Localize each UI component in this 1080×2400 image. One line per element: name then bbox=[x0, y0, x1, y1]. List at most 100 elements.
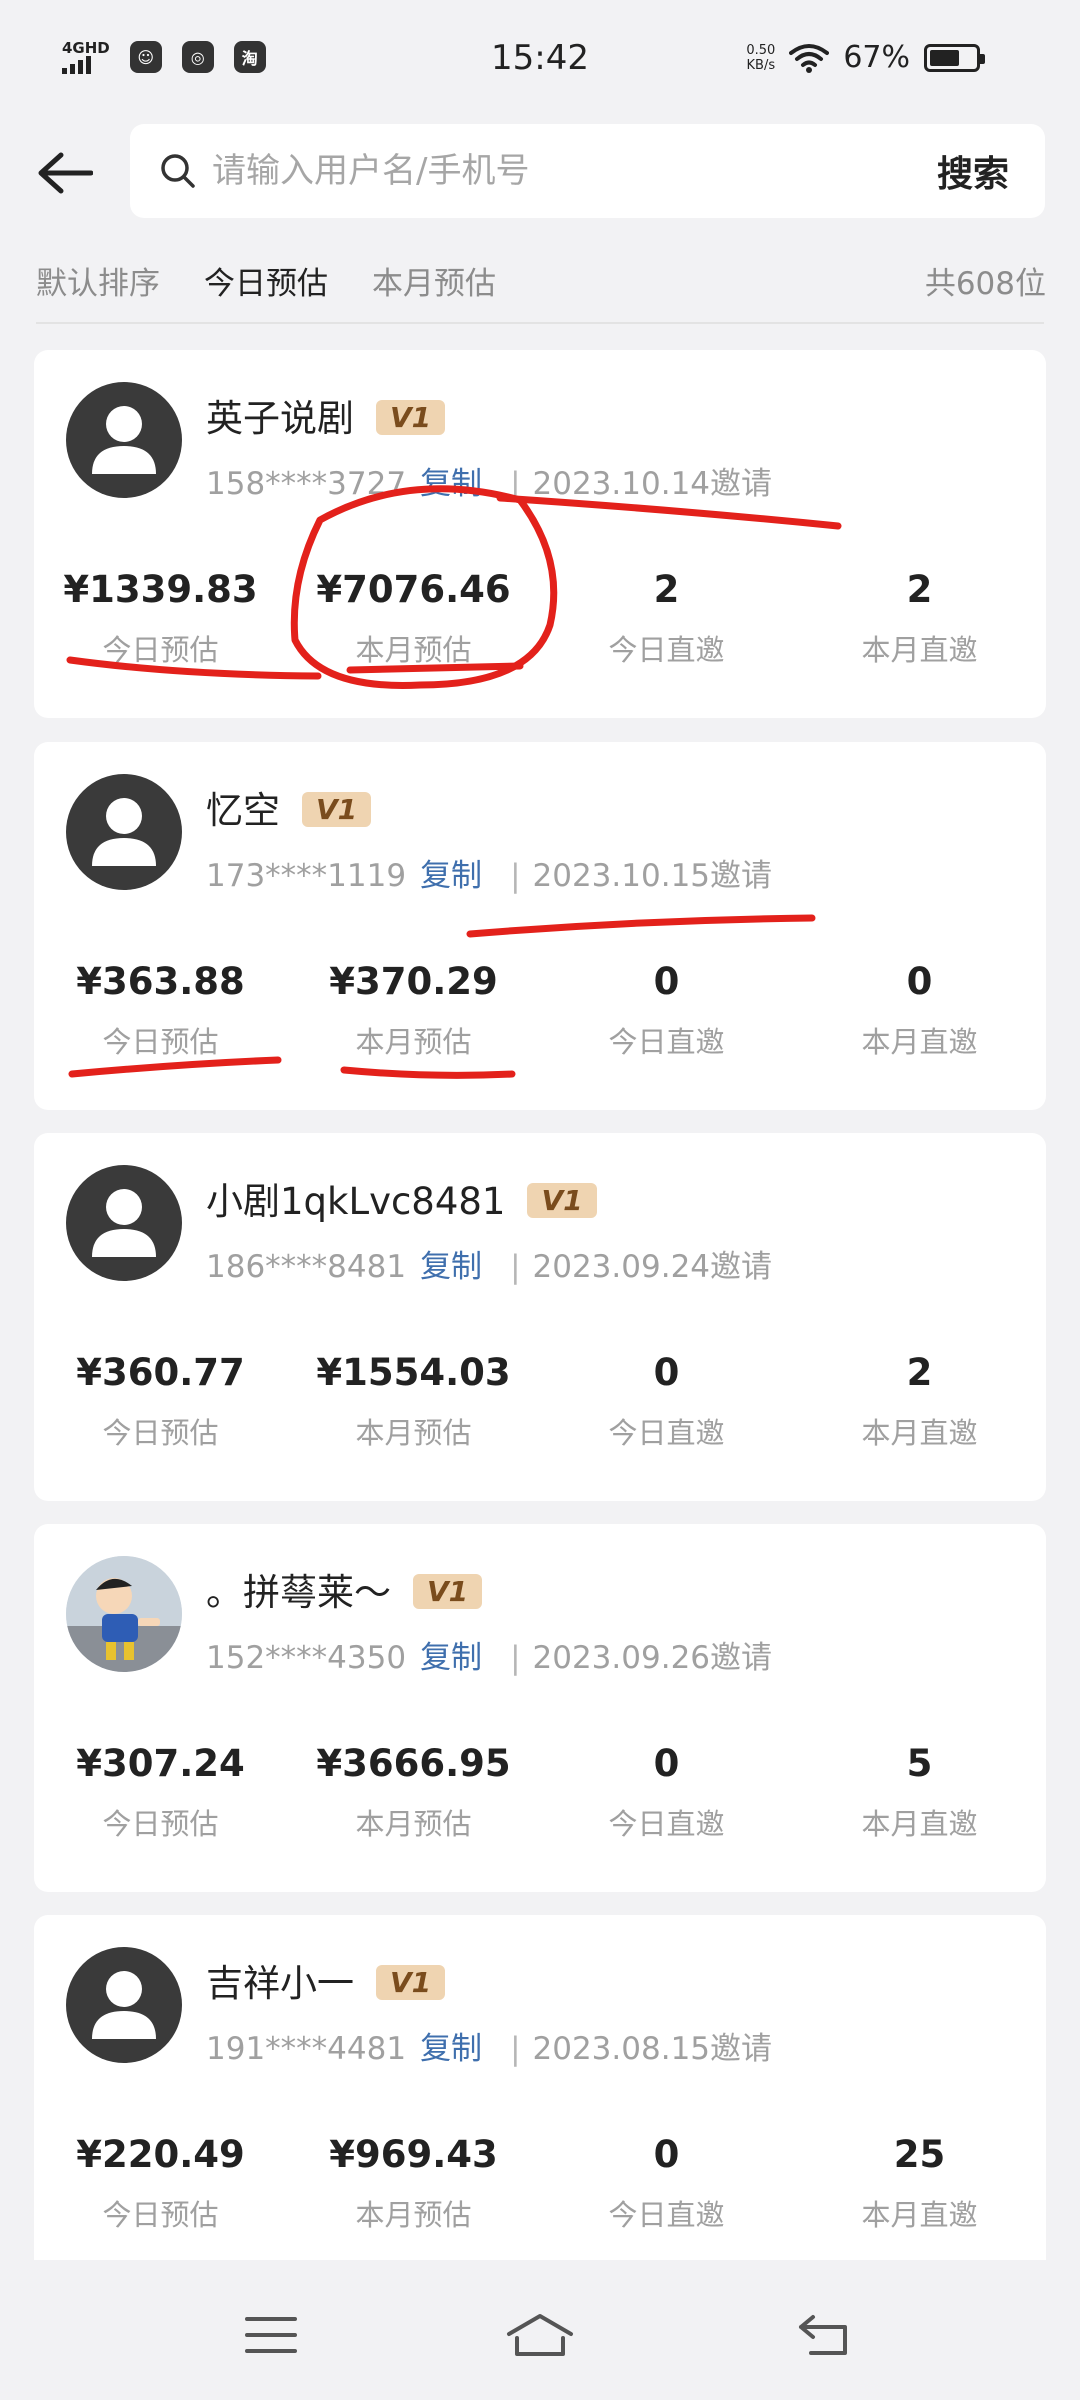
stat-value: ¥1339.83 bbox=[63, 568, 258, 611]
stat-value: ¥370.29 bbox=[329, 960, 498, 1003]
total-count: 共608位 bbox=[924, 266, 1046, 302]
stat-value: 0 bbox=[653, 1351, 680, 1394]
default-avatar bbox=[66, 1947, 182, 2063]
stat-label: 今日预估 bbox=[102, 1025, 219, 1059]
user-card[interactable]: 忆空 V1 173****1119 复制 | 2023.10.15邀请 ¥363.88 今… bbox=[34, 742, 1046, 1110]
back-button[interactable] bbox=[30, 138, 100, 208]
stat-today-invites: 0 今日直邀 bbox=[540, 1742, 793, 1843]
stat-today-invites: 0 今日直邀 bbox=[540, 960, 793, 1061]
stat-value: 0 bbox=[906, 960, 933, 1003]
stat-label: 本月预估 bbox=[355, 633, 472, 667]
network-speed: 0.50 KB/s bbox=[746, 43, 775, 73]
battery-level bbox=[930, 49, 960, 66]
level-badge: V1 bbox=[413, 1574, 483, 1609]
stat-value: ¥3666.95 bbox=[316, 1742, 511, 1785]
level-badge: V1 bbox=[376, 400, 446, 435]
speed-value: 0.50 bbox=[746, 42, 776, 58]
speed-unit: KB/s bbox=[746, 57, 776, 73]
stat-label: 本月直邀 bbox=[861, 1025, 978, 1059]
separator: | bbox=[510, 1640, 521, 1676]
stat-value: ¥360.77 bbox=[76, 1351, 245, 1394]
copy-link[interactable]: 复制 bbox=[420, 1249, 482, 1285]
stat-label: 今日预估 bbox=[102, 2198, 219, 2232]
separator: | bbox=[510, 466, 521, 502]
invite-date: 2023.09.24邀请 bbox=[532, 1249, 773, 1285]
stat-value: 2 bbox=[906, 1351, 933, 1394]
stat-label: 今日直邀 bbox=[608, 633, 725, 667]
copy-link[interactable]: 复制 bbox=[420, 858, 482, 894]
invite-date: 2023.08.15邀请 bbox=[532, 2031, 773, 2067]
back-arrow-icon bbox=[38, 152, 93, 194]
stat-value: ¥363.88 bbox=[76, 960, 245, 1003]
level-badge: V1 bbox=[527, 1183, 597, 1218]
stat-label: 本月直邀 bbox=[861, 2198, 978, 2232]
user-name-row: 小剧1qkLvc8481 V1 bbox=[206, 1171, 597, 1225]
stat-label: 本月预估 bbox=[355, 2198, 472, 2232]
stat-label: 今日预估 bbox=[102, 1416, 219, 1450]
stat-label: 今日直邀 bbox=[608, 2198, 725, 2232]
tab-default-sort[interactable]: 默认排序 bbox=[36, 258, 160, 303]
stat-today-estimate: ¥363.88 今日预估 bbox=[34, 960, 287, 1061]
user-info: 186****8481 复制 | 2023.09.24邀请 bbox=[206, 1241, 772, 1286]
stat-month-estimate: ¥7076.46 本月预估 bbox=[287, 568, 540, 669]
stat-value: 0 bbox=[653, 2133, 680, 2176]
search-input[interactable] bbox=[212, 151, 937, 191]
stat-label: 本月预估 bbox=[355, 1416, 472, 1450]
copy-link[interactable]: 复制 bbox=[420, 466, 482, 502]
battery-icon bbox=[924, 43, 985, 72]
search-button[interactable]: 搜索 bbox=[937, 145, 1009, 197]
return-icon bbox=[799, 2315, 847, 2355]
copy-link[interactable]: 复制 bbox=[420, 2031, 482, 2067]
level-badge: V1 bbox=[302, 792, 372, 827]
stat-label: 今日预估 bbox=[102, 1807, 219, 1841]
sort-tabs: 默认排序 今日预估 本月预估 bbox=[36, 258, 496, 303]
stat-month-invites: 0 本月直邀 bbox=[793, 960, 1046, 1061]
user-card[interactable]: 小剧1qkLvc8481 V1 186****8481 复制 | 2023.09.24邀… bbox=[34, 1133, 1046, 1501]
stat-value: 25 bbox=[893, 2133, 946, 2176]
stat-month-invites: 2 本月直邀 bbox=[793, 568, 1046, 669]
stats-row: ¥363.88 今日预估 ¥370.29 本月预估 0 今日直邀 0 本月直邀 bbox=[34, 960, 1046, 1061]
stat-label: 本月直邀 bbox=[861, 633, 978, 667]
default-avatar bbox=[66, 1165, 182, 1281]
stat-month-invites: 25 本月直邀 bbox=[793, 2133, 1046, 2234]
separator: | bbox=[510, 858, 521, 894]
copy-link[interactable]: 复制 bbox=[420, 1640, 482, 1676]
stat-value: ¥220.49 bbox=[76, 2133, 245, 2176]
stat-month-estimate: ¥370.29 本月预估 bbox=[287, 960, 540, 1061]
tab-today-estimate[interactable]: 今日预估 bbox=[204, 258, 328, 303]
home-button[interactable] bbox=[505, 2300, 575, 2370]
menu-button[interactable] bbox=[236, 2300, 306, 2370]
level-badge: V1 bbox=[376, 1965, 446, 2000]
user-info: 158****3727 复制 | 2023.10.14邀请 bbox=[206, 458, 772, 503]
user-phone: 173****1119 bbox=[206, 858, 407, 894]
stat-month-invites: 2 本月直邀 bbox=[793, 1351, 1046, 1452]
cartoon-avatar bbox=[66, 1556, 182, 1672]
stat-value: ¥969.43 bbox=[329, 2133, 498, 2176]
system-nav-bar bbox=[0, 2260, 1080, 2400]
invite-date: 2023.10.15邀请 bbox=[532, 858, 773, 894]
user-card[interactable]: 。拼䔢莱～ V1 152****4350 复制 | 2023.09.26邀请 ¥307.… bbox=[34, 1524, 1046, 1892]
person-icon bbox=[92, 1971, 156, 2039]
stat-month-estimate: ¥969.43 本月预估 bbox=[287, 2133, 540, 2234]
battery-percent: 67% bbox=[843, 40, 910, 75]
stat-month-estimate: ¥1554.03 本月预估 bbox=[287, 1351, 540, 1452]
stat-value: 0 bbox=[653, 1742, 680, 1785]
user-name-row: 。拼䔢莱～ V1 bbox=[206, 1562, 483, 1616]
stat-label: 今日直邀 bbox=[608, 1025, 725, 1059]
separator: | bbox=[510, 1249, 521, 1285]
default-avatar bbox=[66, 774, 182, 890]
stat-value: 2 bbox=[906, 568, 933, 611]
user-name-row: 吉祥小一 V1 bbox=[206, 1953, 446, 2007]
tab-month-estimate[interactable]: 本月预估 bbox=[372, 258, 496, 303]
system-back-button[interactable] bbox=[790, 2300, 860, 2370]
default-avatar bbox=[66, 382, 182, 498]
user-info: 191****4481 复制 | 2023.08.15邀请 bbox=[206, 2023, 772, 2068]
user-phone: 152****4350 bbox=[206, 1640, 407, 1676]
user-card[interactable]: 英子说剧 V1 158****3727 复制 | 2023.10.14邀请 ¥1339.… bbox=[34, 350, 1046, 718]
user-phone: 191****4481 bbox=[206, 2031, 407, 2067]
invite-date: 2023.09.26邀请 bbox=[532, 1640, 773, 1676]
stat-value: ¥307.24 bbox=[76, 1742, 245, 1785]
user-name-row: 忆空 V1 bbox=[206, 780, 372, 834]
user-card[interactable]: 吉祥小一 V1 191****4481 复制 | 2023.08.15邀请 ¥220.4… bbox=[34, 1915, 1046, 2283]
user-phone: 158****3727 bbox=[206, 466, 407, 502]
